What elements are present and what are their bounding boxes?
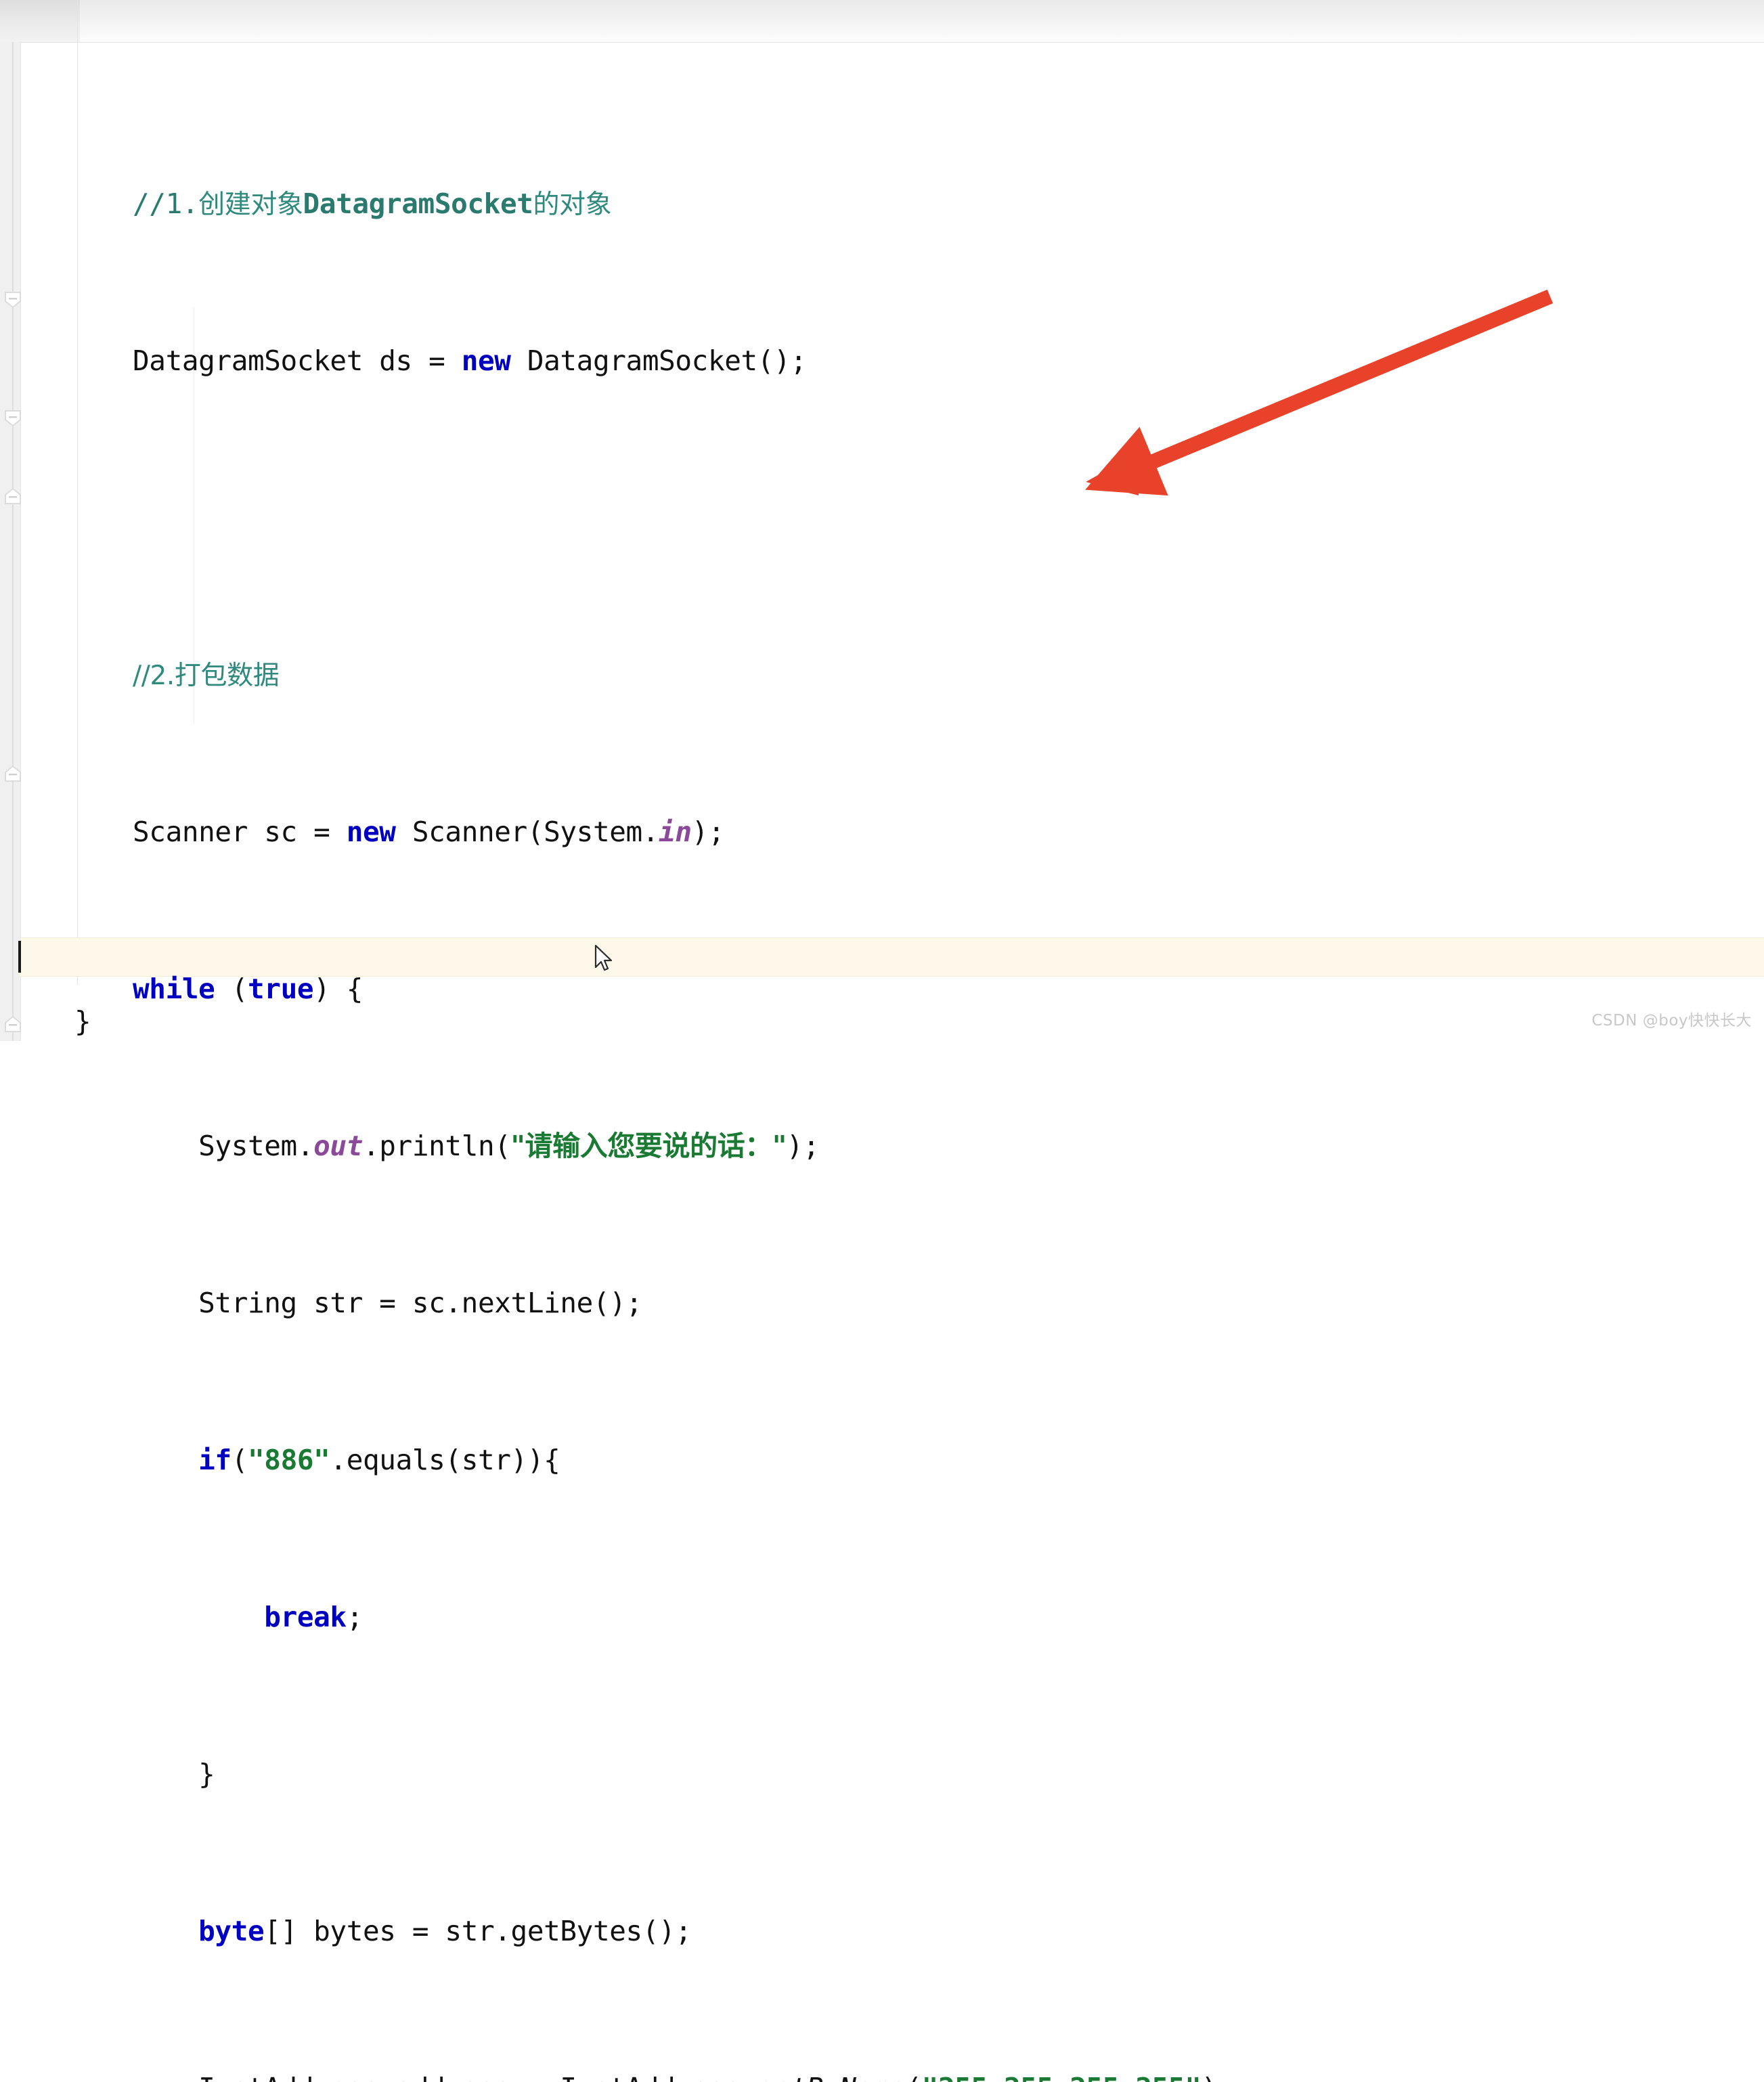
fold-marker-expand-icon[interactable] [4, 765, 22, 782]
code-editor-content[interactable]: //1.创建对象DatagramSocket的对象 DatagramSocket… [133, 66, 1690, 2082]
string-886: "886" [248, 1444, 330, 1476]
keyword-while: while [133, 973, 215, 1005]
code-text: ( [215, 973, 248, 1005]
code-text: String str = sc.nextLine(); [133, 1287, 642, 1319]
keyword-if: if [198, 1444, 231, 1476]
fold-marker-expand-icon[interactable] [4, 487, 22, 505]
method-getByName: getByName [757, 2072, 906, 2082]
mouse-pointer-icon [594, 944, 615, 974]
code-line[interactable]: InetAddress address = InetAddress.getByN… [133, 2068, 1690, 2082]
comment-cjk-token: 的对象 [533, 190, 612, 220]
code-line[interactable]: String str = sc.nextLine(); [133, 1283, 1690, 1323]
fold-marker-collapse-icon[interactable] [4, 409, 22, 427]
comment-class-token: DatagramSocket [303, 187, 533, 220]
code-text: InetAddress address = InetAddress. [133, 2072, 757, 2082]
code-line[interactable]: System.out.println("请输入您要说的话："); [133, 1126, 1690, 1166]
text-caret [18, 941, 21, 973]
code-text: Scanner(System. [395, 816, 659, 848]
code-text: DatagramSocket(); [510, 345, 807, 377]
fold-marker-expand-icon[interactable] [4, 1015, 22, 1033]
code-text: [] bytes = str.getBytes(); [264, 1915, 692, 1947]
string-ip: "255.255.255.255" [922, 2072, 1201, 2082]
code-line[interactable]: if("886".equals(str)){ [133, 1440, 1690, 1480]
code-text: ( [905, 2072, 922, 2082]
code-text: .equals(str)){ [330, 1444, 560, 1476]
comment-cjk-token: 创建对象 [198, 190, 303, 220]
trailing-brace: } [74, 1005, 91, 1038]
code-text: ); [691, 816, 725, 848]
code-line[interactable]: //1.创建对象DatagramSocket的对象 [133, 184, 1690, 223]
editor-gutter[interactable] [0, 42, 21, 1041]
code-text: ); [786, 1130, 820, 1162]
keyword-break: break [264, 1601, 347, 1633]
keyword-new: new [461, 345, 511, 377]
gutter-fold-rail [12, 42, 14, 1041]
field-in: in [659, 816, 692, 848]
code-line[interactable]: //2.打包数据 [133, 655, 1690, 694]
comment-token: //2.打包数据 [133, 661, 280, 691]
keyword-new: new [346, 816, 396, 848]
code-line-blank[interactable] [133, 498, 1690, 537]
code-text: DatagramSocket ds = [133, 345, 462, 377]
string-prompt: "请输入您要说的话：" [510, 1130, 787, 1162]
editor-top-strip [0, 0, 1764, 43]
code-text: System. [133, 1130, 314, 1162]
code-line[interactable]: break; [133, 1597, 1690, 1637]
keyword-true: true [248, 973, 314, 1005]
editor-top-strip-gutter [0, 0, 80, 42]
keyword-byte: byte [198, 1915, 265, 1947]
code-line[interactable]: } [133, 1754, 1690, 1794]
fold-marker-collapse-icon[interactable] [4, 291, 22, 309]
code-text: ) { [313, 973, 363, 1005]
code-text: ( [231, 1444, 248, 1476]
comment-token: //1. [133, 187, 199, 220]
code-line[interactable]: DatagramSocket ds = new DatagramSocket()… [133, 341, 1690, 380]
code-line[interactable]: byte[] bytes = str.getBytes(); [133, 1911, 1690, 1951]
code-text: ; [346, 1601, 363, 1633]
code-text: } [133, 1758, 215, 1790]
code-line[interactable]: while (true) { [133, 969, 1690, 1009]
code-text: ); [1201, 2072, 1235, 2082]
csdn-watermark: CSDN @boy快快长大 [1591, 1012, 1752, 1029]
editor-left-margin-rule [77, 0, 78, 985]
field-out: out [313, 1130, 363, 1162]
code-line[interactable]: Scanner sc = new Scanner(System.in); [133, 812, 1690, 851]
code-text: Scanner sc = [133, 816, 347, 848]
code-text: .println( [362, 1130, 511, 1162]
